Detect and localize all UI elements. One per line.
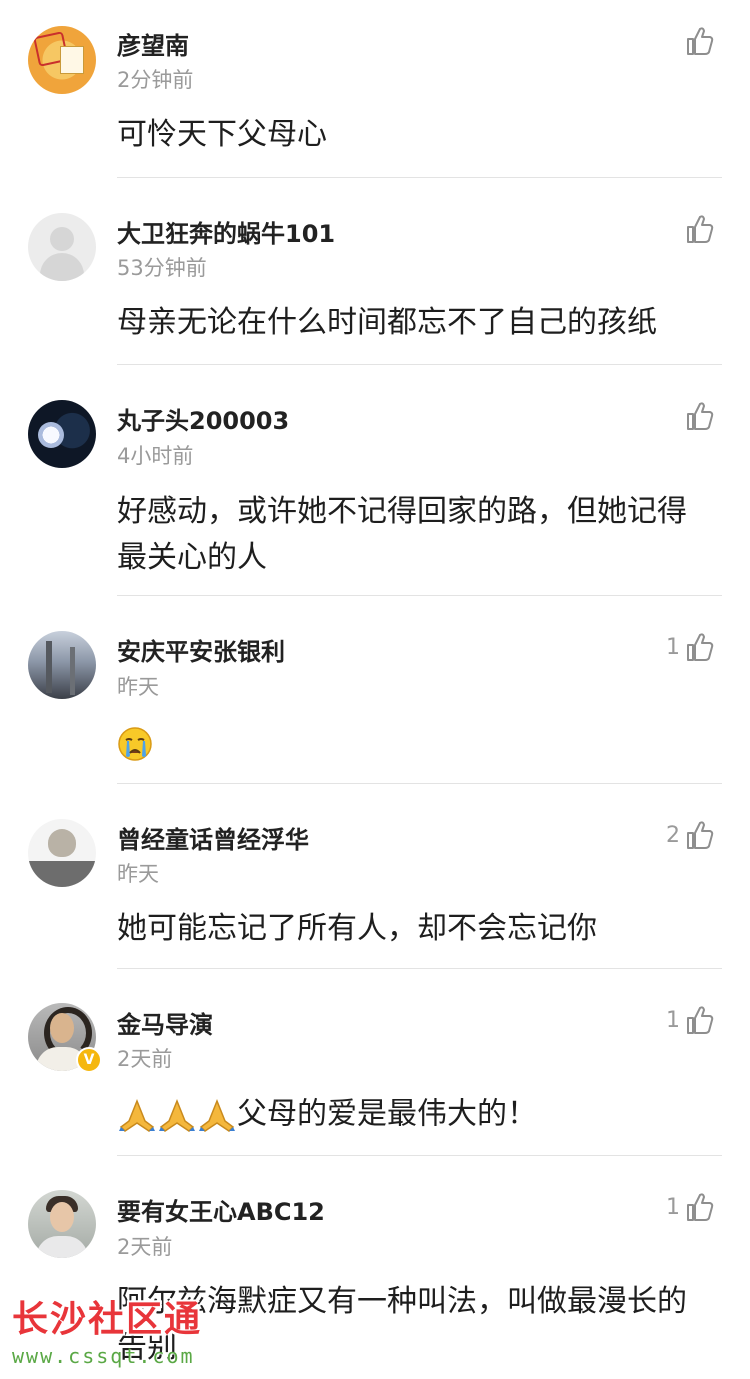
divider [117,364,722,365]
divider [117,783,722,784]
folded-hands-icon [159,1098,195,1132]
comment-time: 2分钟前 [117,68,194,92]
comment-username[interactable]: 彦望南 [117,26,189,61]
avatar[interactable] [28,819,96,887]
verified-badge: V [76,1047,102,1073]
divider [117,968,722,969]
thumbs-up-icon [687,821,714,849]
comment-username[interactable]: 金马导演 [117,1005,213,1040]
comment-emoji [117,720,707,766]
comment-username[interactable]: 丸子头200003 [117,401,289,436]
like-button[interactable]: 1 [666,1003,714,1037]
avatar[interactable] [28,400,96,468]
comment-username[interactable]: 安庆平安张银利 [117,632,285,667]
folded-hands-icon [199,1098,235,1132]
watermark-title: 长沙社区通 [12,1299,203,1340]
comment-text: 可怜天下父母心 [117,117,327,152]
comment-text: 父母的爱是最伟大的！ [237,1096,537,1132]
avatar[interactable] [28,631,96,699]
thumbs-up-icon [687,215,714,243]
watermark-url: www.cssqt.com [12,1344,195,1368]
comment-time: 昨天 [117,675,159,699]
divider [117,1155,722,1156]
comment-time: 2天前 [117,1235,173,1259]
like-count: 2 [666,822,680,848]
like-button[interactable]: 1 [666,1190,714,1224]
divider [117,595,722,596]
folded-hands-icon [119,1098,155,1132]
like-button[interactable]: 2 [666,818,714,852]
divider [117,177,722,178]
comment-username[interactable]: 大卫狂奔的蜗牛101 [117,214,335,249]
comment-text: 阿尔兹海默症又有一种叫法，叫做最漫长的告别 [117,1284,687,1365]
thumbs-up-icon [687,633,714,661]
avatar[interactable] [28,26,96,94]
like-count: 1 [666,634,680,660]
like-count: 1 [666,1007,680,1033]
comment-time: 53分钟前 [117,256,207,280]
thumbs-up-icon [687,1006,714,1034]
like-button[interactable]: 1 [666,630,714,664]
like-button[interactable] [680,24,714,58]
comment-text: 她可能忘记了所有人，却不会忘记你 [117,911,597,946]
avatar[interactable] [28,213,96,281]
comment-username[interactable]: 曾经童话曾经浮华 [117,820,309,855]
thumbs-up-icon [687,1193,714,1221]
comment-text-row: 父母的爱是最伟大的！ [117,1091,707,1138]
crying-face-icon [118,726,152,761]
comment-time: 2天前 [117,1047,173,1071]
comment-text: 母亲无论在什么时间都忘不了自己的孩纸 [117,305,657,340]
comment-time: 4小时前 [117,444,194,468]
site-watermark: 长沙社区通 www.cssqt.com [12,1299,203,1369]
like-button[interactable] [680,399,714,433]
comment-time: 昨天 [117,862,159,886]
comment-username[interactable]: 要有女王心ABC12 [117,1192,325,1227]
like-count: 1 [666,1194,680,1220]
comment-text: 好感动，或许她不记得回家的路，但她记得最关心的人 [117,494,687,575]
avatar[interactable] [28,1190,96,1258]
thumbs-up-icon [687,402,714,430]
like-button[interactable] [680,212,714,246]
thumbs-up-icon [687,27,714,55]
